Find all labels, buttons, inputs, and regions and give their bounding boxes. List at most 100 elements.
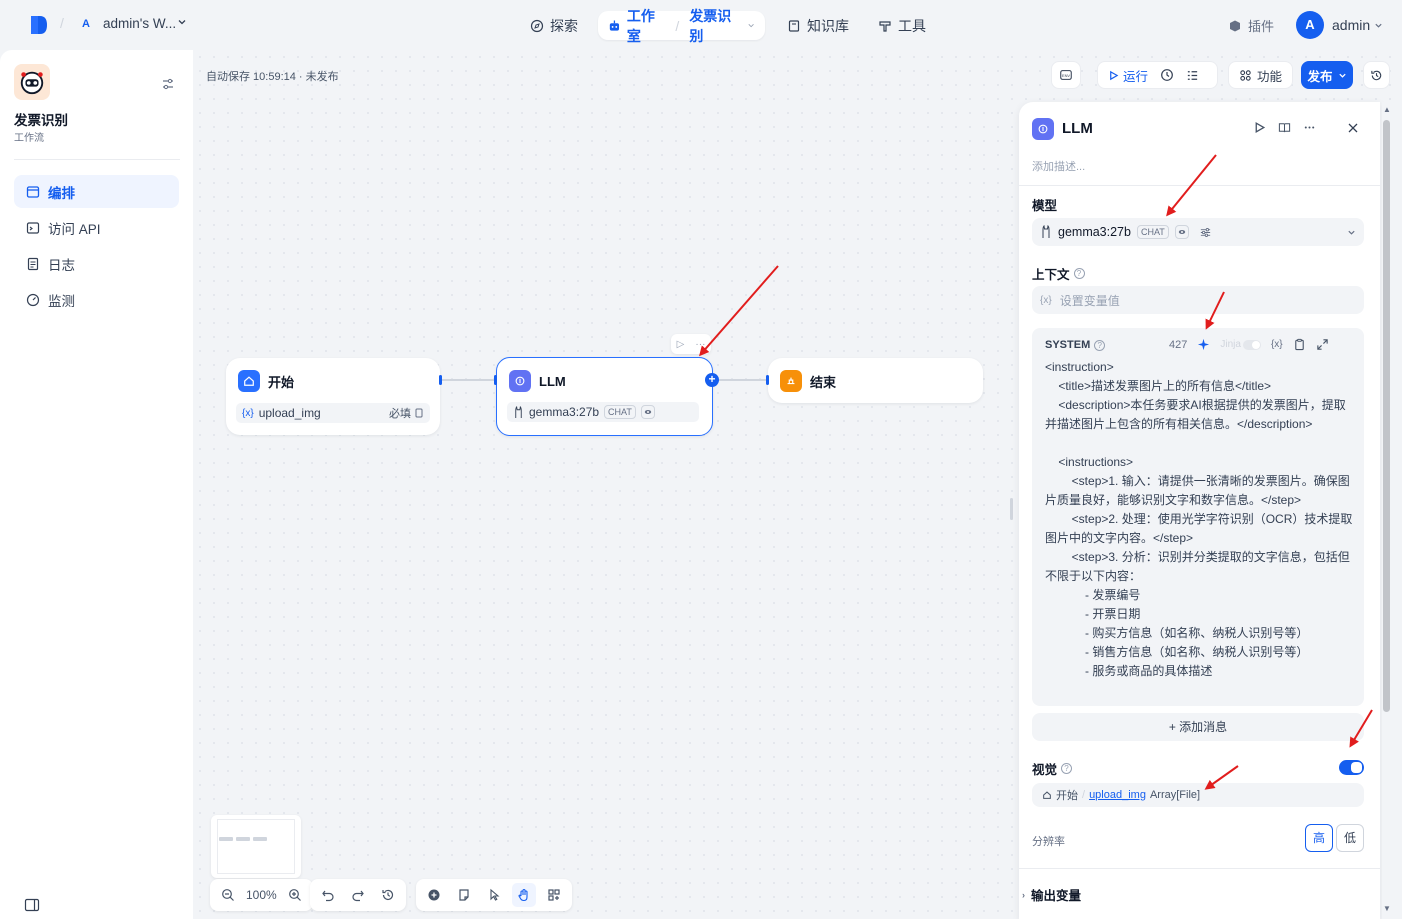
close-icon[interactable]	[1347, 122, 1359, 134]
terminal-icon	[26, 221, 40, 234]
features-button[interactable]: 功能	[1228, 61, 1293, 89]
workspace-avatar[interactable]: A	[78, 16, 94, 32]
run-button[interactable]: 运行	[1108, 66, 1148, 85]
vision-source-node: 开始	[1056, 790, 1078, 802]
minimap[interactable]	[211, 815, 301, 878]
sparkle-icon[interactable]	[1197, 338, 1210, 351]
zoom-out-icon[interactable]	[216, 883, 240, 907]
node-llm[interactable]: LLM gemma3:27b CHAT	[496, 357, 713, 436]
node-end-input-handle[interactable]	[766, 375, 769, 385]
play-icon[interactable]: ▷	[677, 339, 685, 350]
home-icon	[1043, 791, 1051, 799]
nav-knowledge[interactable]: 知识库	[777, 11, 859, 40]
system-prompt-text[interactable]: <instruction> <title>描述发票图片上的所有信息</title…	[1045, 358, 1355, 681]
insert-variable-icon[interactable]: {x}	[1271, 339, 1283, 350]
workspace-name[interactable]: admin's W...	[103, 16, 176, 31]
model-params-icon[interactable]	[1199, 226, 1212, 239]
panel-resize-handle[interactable]	[1010, 498, 1013, 520]
llm-icon	[509, 370, 531, 392]
nav-studio-app[interactable]: 发票识别	[689, 6, 740, 46]
publish-button[interactable]: 发布	[1301, 61, 1353, 89]
vision-label-text: 视觉	[1032, 763, 1058, 777]
add-node-icon[interactable]: +	[705, 373, 719, 387]
context-variable-input[interactable]: {x} 设置变量值	[1032, 286, 1364, 314]
output-variables-section[interactable]: › 输出变量	[1022, 885, 1081, 904]
help-icon[interactable]: ?	[1094, 339, 1106, 351]
vision-variable: upload_img	[1089, 789, 1146, 801]
node-llm-input-handle[interactable]	[494, 375, 497, 385]
help-icon[interactable]: ?	[1061, 763, 1073, 774]
resolution-high-button[interactable]: 高	[1305, 824, 1333, 852]
nav-explore-label: 探索	[550, 17, 578, 34]
minimap-viewport[interactable]	[217, 819, 295, 874]
edge-llm-end[interactable]	[719, 379, 768, 381]
sidebar-item-monitor[interactable]: 监测	[14, 283, 179, 316]
env-button[interactable]: ENV	[1051, 61, 1081, 89]
app-logo-icon[interactable]	[28, 14, 50, 36]
more-icon[interactable]: ···	[695, 339, 705, 350]
sidebar-item-orchestrate[interactable]: 编排	[14, 175, 179, 208]
user-menu[interactable]: admin	[1332, 17, 1383, 33]
add-node-icon[interactable]	[422, 883, 446, 907]
panel-title[interactable]: LLM	[1062, 120, 1093, 137]
chat-tag: CHAT	[1136, 225, 1169, 239]
chevron-down-icon	[1375, 23, 1382, 28]
nav-tools[interactable]: 工具	[868, 11, 936, 40]
user-avatar[interactable]: A	[1296, 11, 1324, 39]
cube-icon	[1230, 20, 1240, 31]
zoom-in-icon[interactable]	[283, 883, 307, 907]
sidebar-item-api[interactable]: 访问 API	[14, 211, 179, 244]
description-input[interactable]: 添加描述...	[1032, 158, 1085, 174]
checklist-icon[interactable]	[1186, 69, 1199, 82]
top-bar: / A admin's W... 探索 工作室 / 发票识别 知识库 工具 插件…	[0, 0, 1402, 50]
chevron-down-icon[interactable]	[747, 21, 755, 30]
node-end[interactable]: 结束	[768, 358, 983, 403]
edge-start-llm[interactable]	[442, 379, 496, 381]
docs-book-icon[interactable]	[1278, 121, 1291, 134]
play-icon	[1110, 70, 1119, 80]
app-type: 工作流	[14, 133, 44, 144]
node-llm-header: LLM	[509, 370, 566, 392]
organize-icon[interactable]	[542, 883, 566, 907]
more-icon[interactable]	[1303, 121, 1316, 134]
hammer-icon	[879, 20, 891, 32]
sidebar-collapse-icon[interactable]	[24, 897, 40, 913]
scroll-down-icon[interactable]: ▼	[1382, 904, 1392, 914]
chevron-down-icon[interactable]	[177, 17, 187, 27]
hand-icon[interactable]	[512, 883, 536, 907]
jinja-toggle[interactable]: Jinja	[1220, 339, 1261, 350]
help-icon[interactable]: ?	[1073, 268, 1085, 279]
add-note-icon[interactable]	[452, 883, 476, 907]
model-selector[interactable]: gemma3:27b CHAT	[1032, 218, 1364, 246]
pointer-icon[interactable]	[482, 883, 506, 907]
run-step-icon[interactable]	[1253, 121, 1266, 134]
nav-studio[interactable]: 工作室 / 发票识别	[598, 8, 765, 44]
add-message-button[interactable]: + 添加消息	[1032, 713, 1364, 741]
sidebar-item-logs[interactable]: 日志	[14, 247, 179, 280]
redo-icon[interactable]	[346, 883, 370, 907]
expand-icon[interactable]	[1316, 338, 1329, 351]
node-start-output-handle[interactable]	[439, 375, 442, 385]
minimap-node	[236, 837, 250, 841]
version-history-button[interactable]	[1363, 61, 1390, 89]
panel-divider	[1019, 868, 1380, 869]
clipboard-icon[interactable]	[1293, 338, 1306, 351]
resolution-low-button[interactable]: 低	[1336, 824, 1364, 852]
system-prompt-editor[interactable]: SYSTEM ? 427 Jinja {x} <instruction> <ti…	[1032, 328, 1364, 706]
vision-toggle[interactable]	[1339, 760, 1364, 775]
chevron-down-icon[interactable]	[1347, 228, 1356, 237]
undo-icon[interactable]	[316, 883, 340, 907]
output-variables-label: 输出变量	[1031, 889, 1082, 903]
scroll-up-icon[interactable]: ▲	[1382, 105, 1392, 115]
sidebar-item-label: 日志	[48, 257, 75, 273]
nav-explore[interactable]: 探索	[520, 11, 588, 40]
settings-sliders-icon[interactable]	[160, 76, 176, 92]
history-clock-icon[interactable]	[1160, 68, 1174, 82]
vision-variable-selector[interactable]: 开始 / upload_img Array[File]	[1032, 783, 1364, 807]
node-start[interactable]: 开始 {x} upload_img 必填	[226, 358, 440, 435]
plugins-link[interactable]: 插件	[1228, 16, 1274, 35]
history-icon[interactable]	[376, 883, 400, 907]
zoom-level[interactable]: 100%	[246, 888, 277, 902]
panel-scroll-thumb[interactable]	[1383, 120, 1390, 712]
jinja-switch[interactable]	[1242, 339, 1261, 350]
